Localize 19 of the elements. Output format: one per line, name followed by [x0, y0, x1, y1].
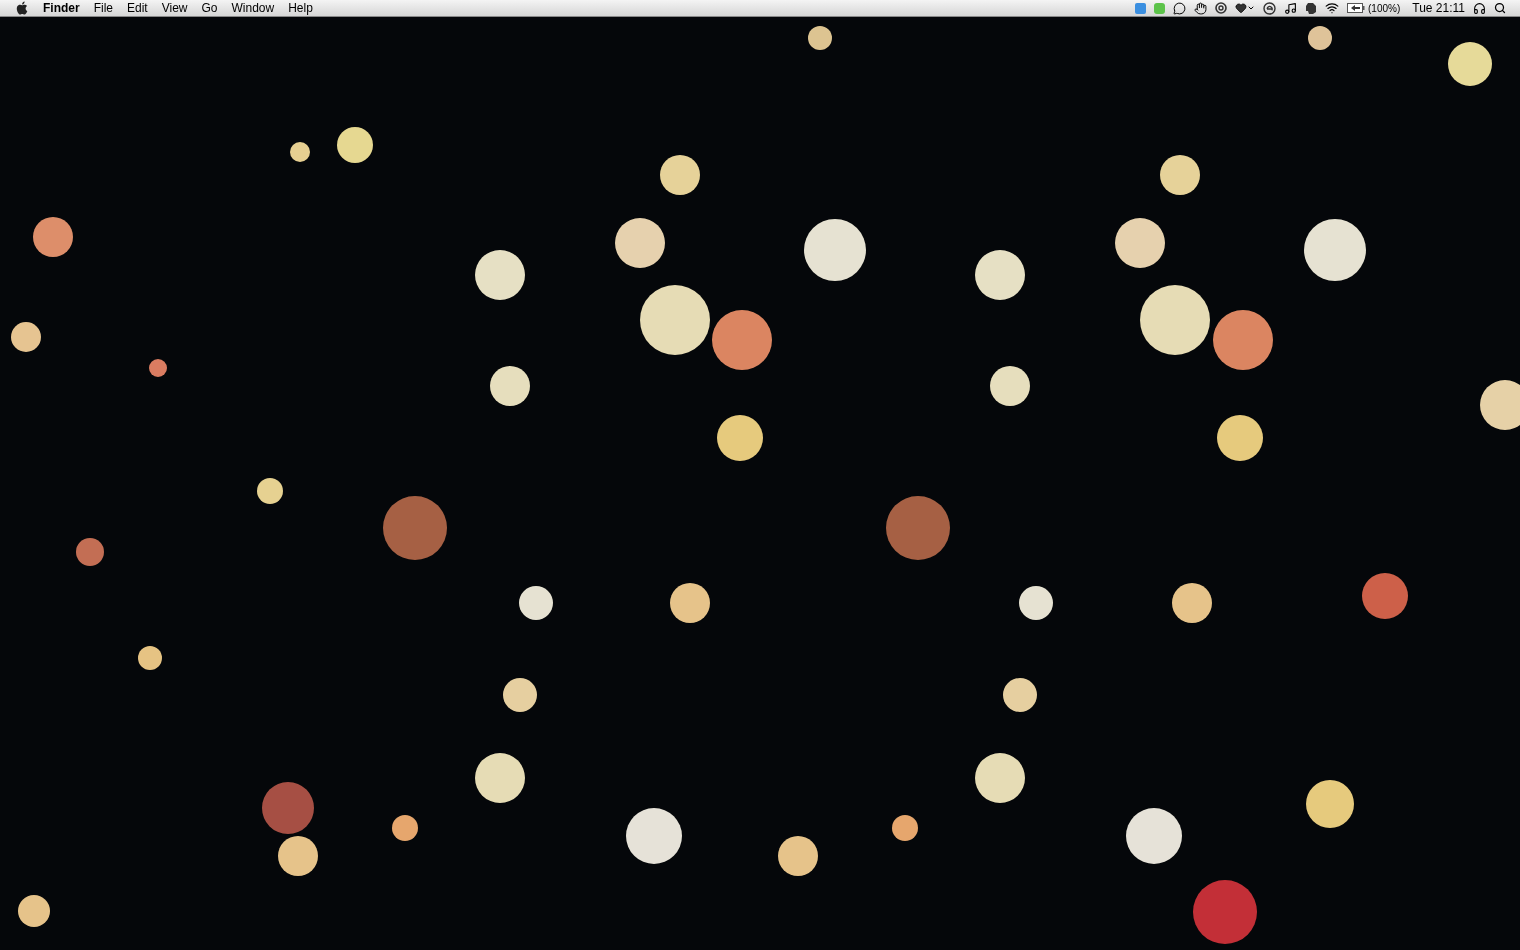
battery-icon [1347, 3, 1366, 13]
battery-status[interactable]: (100%) [1347, 0, 1401, 16]
menu-item[interactable]: View [154, 0, 195, 17]
apple-logo-icon[interactable] [15, 1, 28, 15]
menu-item[interactable]: Finder [36, 0, 87, 17]
search-icon[interactable] [1494, 2, 1506, 14]
heart-dropdown-icon[interactable] [1235, 2, 1256, 14]
clock[interactable]: Tue 21:11 [1412, 0, 1465, 17]
headphones-icon[interactable] [1473, 1, 1486, 15]
menu-item[interactable]: Go [194, 0, 225, 17]
menu-item[interactable]: Edit [120, 0, 155, 17]
music-note-icon[interactable] [1284, 1, 1298, 15]
menu-item[interactable]: Help [281, 0, 320, 17]
chat-bubble-icon[interactable] [1173, 1, 1187, 15]
hand-icon[interactable] [1194, 1, 1208, 15]
menu-item[interactable]: Window [224, 0, 282, 17]
wifi-icon[interactable] [1325, 1, 1340, 15]
menu-item[interactable]: File [86, 0, 120, 17]
battery-percentage: (100%) [1368, 1, 1401, 16]
